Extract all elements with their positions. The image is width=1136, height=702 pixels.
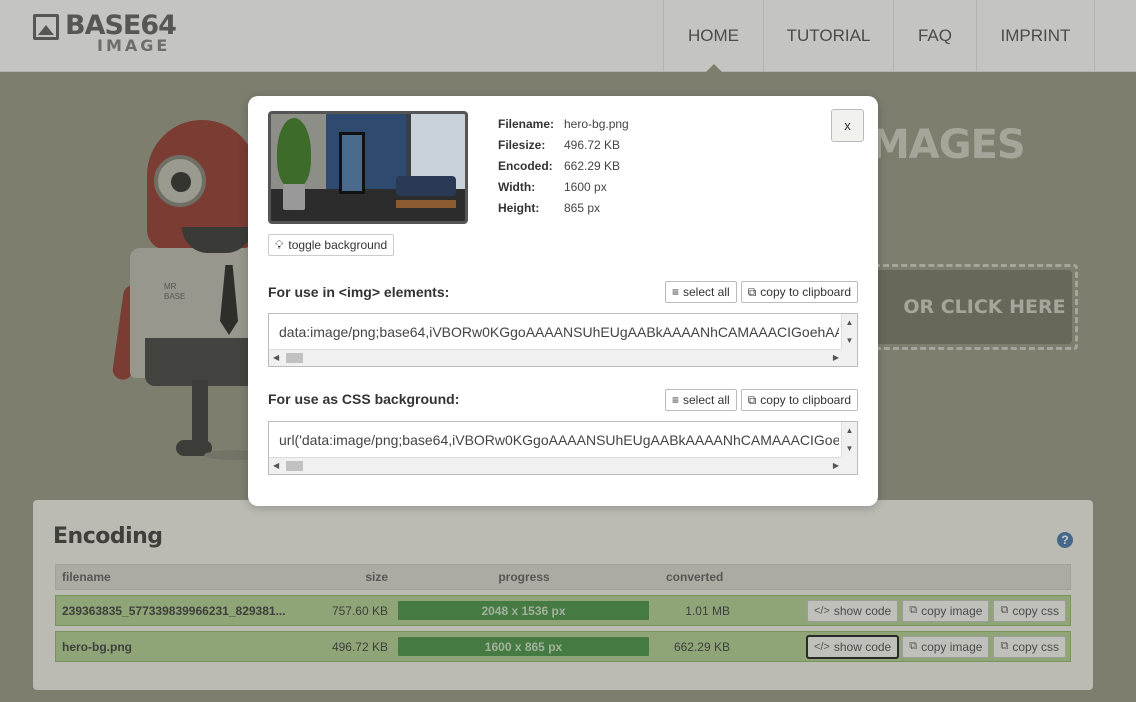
- img-section-label: For use in <img> elements:: [268, 284, 450, 300]
- image-preview: [268, 111, 468, 224]
- img-code-text[interactable]: data:image/png;base64,iVBORw0KGgoAAAANSU…: [279, 324, 839, 340]
- info-value: 1600 px: [564, 179, 607, 194]
- code-modal: 💡︎ toggle background Filename: hero-bg.pn…: [248, 96, 878, 506]
- info-key: Height:: [498, 200, 540, 215]
- copy-to-clipboard-button[interactable]: ⧉ copy to clipboard: [740, 281, 858, 303]
- list-icon: ≡: [671, 285, 679, 299]
- info-key: Filename:: [498, 116, 555, 131]
- info-value: 662.29 KB: [564, 158, 621, 173]
- toggle-background-button[interactable]: 💡︎ toggle background: [268, 234, 395, 256]
- close-button[interactable]: x: [831, 109, 864, 142]
- vertical-scrollbar[interactable]: ▲ ▼: [841, 314, 857, 350]
- select-all-button[interactable]: ≡ select all: [664, 389, 737, 411]
- horizontal-scrollbar[interactable]: ◀ ▶: [269, 349, 843, 366]
- img-code-textarea[interactable]: data:image/png;base64,iVBORw0KGgoAAAANSU…: [268, 313, 858, 367]
- css-code-text[interactable]: url('data:image/png;base64,iVBORw0KGgoAA…: [279, 432, 839, 448]
- file-info: Filename: hero-bg.png Filesize: 496.72 KB …: [498, 113, 629, 218]
- copy-icon: ⧉: [747, 284, 757, 299]
- info-value: hero-bg.png: [564, 116, 629, 131]
- select-all-button[interactable]: ≡ select all: [664, 281, 737, 303]
- copy-to-clipboard-button[interactable]: ⧉ copy to clipboard: [740, 389, 858, 411]
- info-key: Width:: [498, 179, 536, 194]
- info-value: 496.72 KB: [564, 137, 621, 152]
- info-key: Filesize:: [498, 137, 546, 152]
- info-key: Encoded:: [498, 158, 553, 173]
- list-icon: ≡: [671, 393, 679, 407]
- lightbulb-icon: 💡︎: [275, 237, 284, 252]
- copy-icon: ⧉: [747, 392, 757, 407]
- info-value: 865 px: [564, 200, 601, 215]
- css-code-textarea[interactable]: url('data:image/png;base64,iVBORw0KGgoAA…: [268, 421, 858, 475]
- css-section-label: For use as CSS background:: [268, 391, 460, 407]
- vertical-scrollbar[interactable]: ▲ ▼: [841, 422, 857, 458]
- horizontal-scrollbar[interactable]: ◀ ▶: [269, 457, 843, 474]
